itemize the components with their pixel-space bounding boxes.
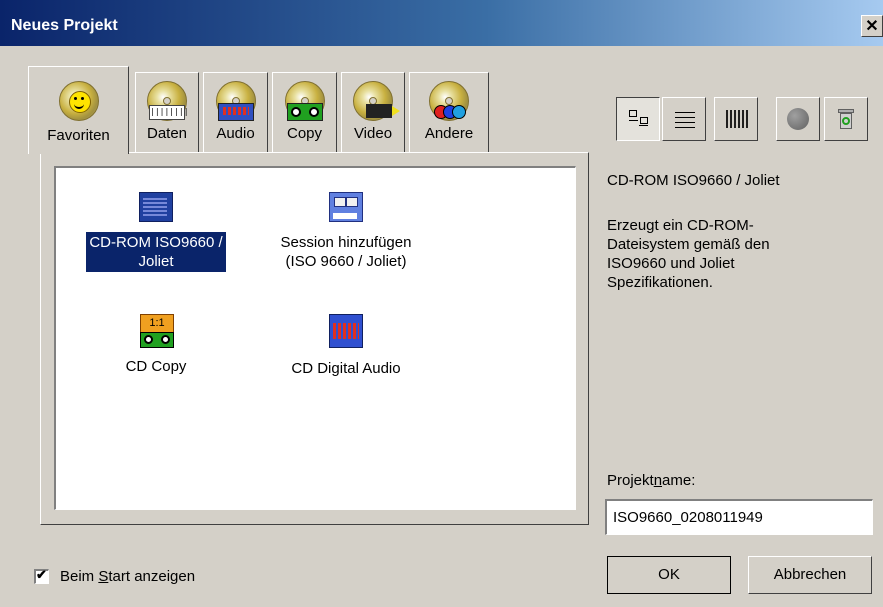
tab-andere[interactable]: Andere (409, 72, 489, 152)
large-icons-view-button[interactable] (616, 97, 660, 141)
window-title: Neues Projekt (11, 17, 118, 34)
list-item-cd-copy[interactable]: 1:1 CD Copy (66, 314, 246, 377)
item-label-line2: (ISO 9660 / Joliet) (285, 253, 407, 270)
show-on-start-label[interactable]: Beim Start anzeigen (60, 568, 195, 585)
item-label-line1: CD-ROM ISO9660 / (89, 234, 223, 251)
tab-label: Video (353, 125, 393, 142)
details-view-button[interactable] (714, 97, 758, 141)
item-label-line1: CD Copy (125, 358, 187, 375)
cd-copy-icon: 1:1 (140, 314, 174, 348)
item-label-line1: Session hinzufügen (280, 234, 412, 251)
item-label-line2: Joliet (138, 253, 174, 270)
close-button[interactable]: ✕ (861, 15, 883, 37)
copy-ratio-badge: 1:1 (140, 314, 174, 334)
cdrom-data-icon (139, 192, 173, 222)
session-add-icon (329, 192, 363, 222)
cancel-button[interactable]: Abbrechen (748, 556, 872, 594)
tab-video[interactable]: Video (341, 72, 405, 152)
tab-label: Andere (424, 125, 474, 142)
large-icons-view-icon (629, 110, 649, 126)
title-bar: Neues Projekt ✕ (0, 0, 883, 46)
small-icons-view-button[interactable] (662, 97, 706, 141)
tab-copy[interactable]: Copy (272, 72, 337, 152)
recycle-bin-icon (838, 109, 854, 129)
list-item-cdrom[interactable]: CD-ROM ISO9660 / Joliet (66, 192, 246, 272)
projectname-label: Projektname: (607, 472, 696, 489)
tab-daten[interactable]: |||||||| Daten (135, 72, 199, 152)
tab-audio[interactable]: Audio (203, 72, 268, 152)
delete-button[interactable] (824, 97, 868, 141)
tab-label: Audio (216, 125, 255, 142)
tab-label: Copy (286, 125, 323, 142)
record-icon (787, 108, 809, 130)
project-list[interactable]: CD-ROM ISO9660 / Joliet Session hinzufüge… (54, 166, 576, 510)
small-icons-view-icon (675, 110, 695, 128)
projectname-input[interactable] (605, 499, 873, 535)
list-item-session[interactable]: Session hinzufügen (ISO 9660 / Joliet) (256, 192, 436, 272)
smiley-disc-icon (58, 81, 99, 121)
list-item-cd-audio[interactable]: CD Digital Audio (256, 314, 436, 379)
checkmark-icon: ✔ (36, 567, 47, 582)
record-button[interactable] (776, 97, 820, 141)
project-description-title: CD-ROM ISO9660 / Joliet (607, 172, 780, 189)
item-label-line1: CD Digital Audio (291, 360, 401, 377)
ok-button[interactable]: OK (607, 556, 731, 594)
project-description-body: Erzeugt ein CD-ROM- Dateisystem gemäß de… (607, 217, 770, 291)
tab-label: Daten (146, 125, 188, 142)
close-icon: ✕ (865, 18, 879, 35)
details-view-icon (726, 110, 748, 128)
cd-audio-icon (329, 314, 363, 348)
tab-label: Favoriten (47, 127, 110, 144)
tab-favoriten[interactable]: Favoriten (28, 66, 129, 154)
show-on-start-checkbox[interactable]: ✔ (34, 567, 49, 584)
